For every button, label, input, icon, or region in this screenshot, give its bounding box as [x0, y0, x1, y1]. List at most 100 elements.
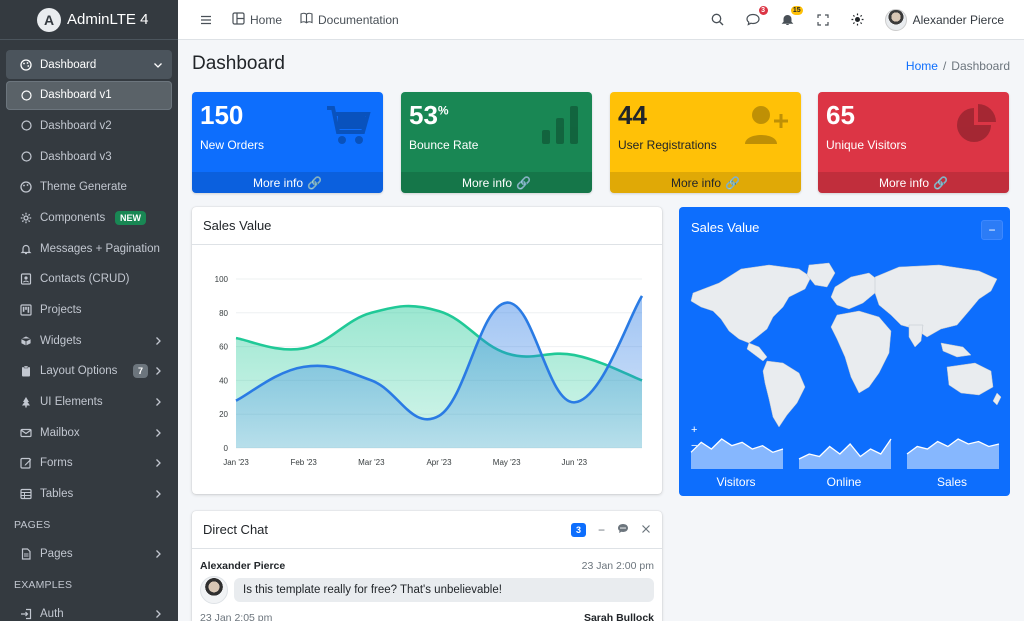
sidebar-item-projects[interactable]: Projects: [6, 296, 172, 325]
sidebar-item-pages[interactable]: Pages: [6, 539, 172, 568]
sidebar-item-forms[interactable]: Forms: [6, 449, 172, 478]
map-region: [946, 362, 994, 396]
nav-documentation-link[interactable]: Documentation: [300, 12, 399, 27]
file-icon: [19, 547, 33, 561]
page-title: Dashboard: [192, 53, 285, 74]
map-region: [874, 264, 998, 338]
small-box-bounce-rate: 53% Bounce Rate More info 🔗: [401, 92, 592, 193]
nav-home-link[interactable]: Home: [232, 11, 282, 28]
sidebar-item-layout-options[interactable]: Layout Options 7: [6, 357, 172, 386]
sidebar-item-widgets[interactable]: Widgets: [6, 326, 172, 355]
tree-icon: [19, 395, 33, 409]
sidebar-item-label: Layout Options: [40, 365, 118, 378]
fullscreen-icon[interactable]: [815, 12, 831, 28]
chevron-right-icon: [152, 365, 164, 377]
map-region: [940, 342, 972, 358]
x-tick-label: Jun '23: [562, 458, 588, 467]
chat-sender-name: Alexander Pierce: [200, 560, 286, 572]
bell-icon: [19, 242, 33, 256]
chevron-right-icon: [152, 548, 164, 560]
sidebar-item-contacts[interactable]: Contacts (CRUD): [6, 265, 172, 294]
breadcrumb-separator: /: [942, 59, 947, 73]
sidebar-item-messages[interactable]: Messages + Pagination: [6, 234, 172, 263]
book-icon: [300, 12, 313, 27]
chat-timestamp: 23 Jan 2:05 pm: [200, 612, 273, 621]
map-region: [690, 264, 812, 344]
palette-icon: [19, 58, 33, 72]
chat-icon[interactable]: 3: [745, 5, 768, 28]
sidebar-item-label: Dashboard v1: [40, 89, 112, 102]
sparkline-label-online: Online: [826, 475, 862, 489]
layout-icon: [232, 11, 245, 28]
search-icon[interactable]: [710, 12, 726, 28]
sales-area-chart: 0 20 40 60 80 100 Jan '23 Feb '23 Mar '23 Apr '23…: [215, 275, 644, 467]
sidebar-item-label: Mailbox: [40, 426, 80, 439]
collapse-icon[interactable]: −: [598, 523, 605, 537]
user-menu[interactable]: Alexander Pierce: [884, 8, 1004, 31]
sidebar-item-label: Widgets: [40, 334, 82, 347]
chevron-right-icon: [152, 608, 164, 620]
table-icon: [19, 487, 33, 501]
sidebar-item-components[interactable]: Components NEW: [6, 203, 172, 232]
sidebar-item-label: Dashboard v2: [40, 119, 112, 132]
new-badge: NEW: [115, 210, 146, 225]
topbar: Home Documentation 3 15 Alexander Pierce: [178, 0, 1024, 40]
card-header: Sales Value: [192, 207, 662, 245]
map-zoom-in[interactable]: +: [691, 424, 697, 436]
y-tick-label: 20: [219, 410, 228, 419]
brand-link[interactable]: A AdminLTE 4: [0, 0, 178, 40]
y-tick-label: 60: [219, 343, 228, 352]
sun-icon[interactable]: [850, 12, 866, 28]
chat-bubble-icon[interactable]: [617, 522, 629, 537]
map-region: [992, 392, 1002, 406]
more-info-label: More info: [671, 175, 722, 190]
sidebar-item-label: Dashboard v3: [40, 150, 112, 163]
circle-icon: [19, 150, 33, 164]
close-icon[interactable]: [641, 522, 651, 537]
more-info-link[interactable]: More info 🔗: [401, 172, 592, 193]
pie-chart-icon: [955, 104, 997, 149]
more-info-link[interactable]: More info 🔗: [818, 172, 1009, 193]
sidebar-item-ui-elements[interactable]: UI Elements: [6, 388, 172, 417]
sparkline-label-visitors: Visitors: [716, 475, 756, 489]
map-region: [746, 342, 768, 362]
box-icon: [19, 334, 33, 348]
chat-new-count-badge: 3: [570, 522, 586, 537]
user-name: Alexander Pierce: [912, 12, 1004, 27]
documentation-label: Documentation: [318, 12, 399, 27]
contact-icon: [19, 272, 33, 286]
bell-icon[interactable]: 15: [780, 5, 803, 28]
small-box-orders: 150 New Orders More info 🔗: [192, 92, 383, 193]
more-info-link[interactable]: More info 🔗: [192, 172, 383, 193]
sidebar-item-label: Forms: [40, 457, 73, 470]
sidebar-item-label: Pages: [40, 547, 73, 560]
sidebar-header-examples: EXAMPLES: [14, 579, 73, 591]
x-tick-label: Feb '23: [290, 458, 317, 467]
gear-icon: [19, 211, 33, 225]
sidebar-item-label: Theme Generate: [40, 181, 127, 194]
chat-timestamp: 23 Jan 2:00 pm: [581, 560, 654, 572]
link-icon: 🔗: [725, 175, 740, 190]
sidebar-item-label: Messages + Pagination: [40, 242, 160, 255]
small-box-unique-visitors: 65 Unique Visitors More info 🔗: [818, 92, 1009, 193]
more-info-link[interactable]: More info 🔗: [610, 172, 801, 193]
map-region: [908, 324, 924, 348]
map-region: [806, 262, 836, 288]
sidebar-item-theme-generate[interactable]: Theme Generate: [6, 173, 172, 202]
sidebar-item-label: Auth: [40, 607, 64, 620]
sidebar-item-tables[interactable]: Tables: [6, 480, 172, 509]
hamburger-icon[interactable]: [198, 12, 214, 28]
small-box-value: 65: [826, 100, 855, 130]
sparkline-area: [799, 439, 891, 469]
sidebar-item-mailbox[interactable]: Mailbox: [6, 418, 172, 447]
cart-icon: [325, 104, 371, 149]
x-tick-label: Mar '23: [358, 458, 385, 467]
breadcrumb-home-link[interactable]: Home: [906, 59, 938, 73]
sidebar-item-dashboard[interactable]: Dashboard: [6, 50, 172, 79]
sidebar-item-dashboard-v3[interactable]: Dashboard v3: [6, 142, 172, 171]
sidebar-item-auth[interactable]: Auth: [6, 599, 172, 621]
chevron-right-icon: [152, 335, 164, 347]
world-map: + −: [690, 262, 1002, 469]
sidebar-item-dashboard-v2[interactable]: Dashboard v2: [6, 111, 172, 140]
sidebar-item-dashboard-v1[interactable]: Dashboard v1: [6, 80, 172, 110]
